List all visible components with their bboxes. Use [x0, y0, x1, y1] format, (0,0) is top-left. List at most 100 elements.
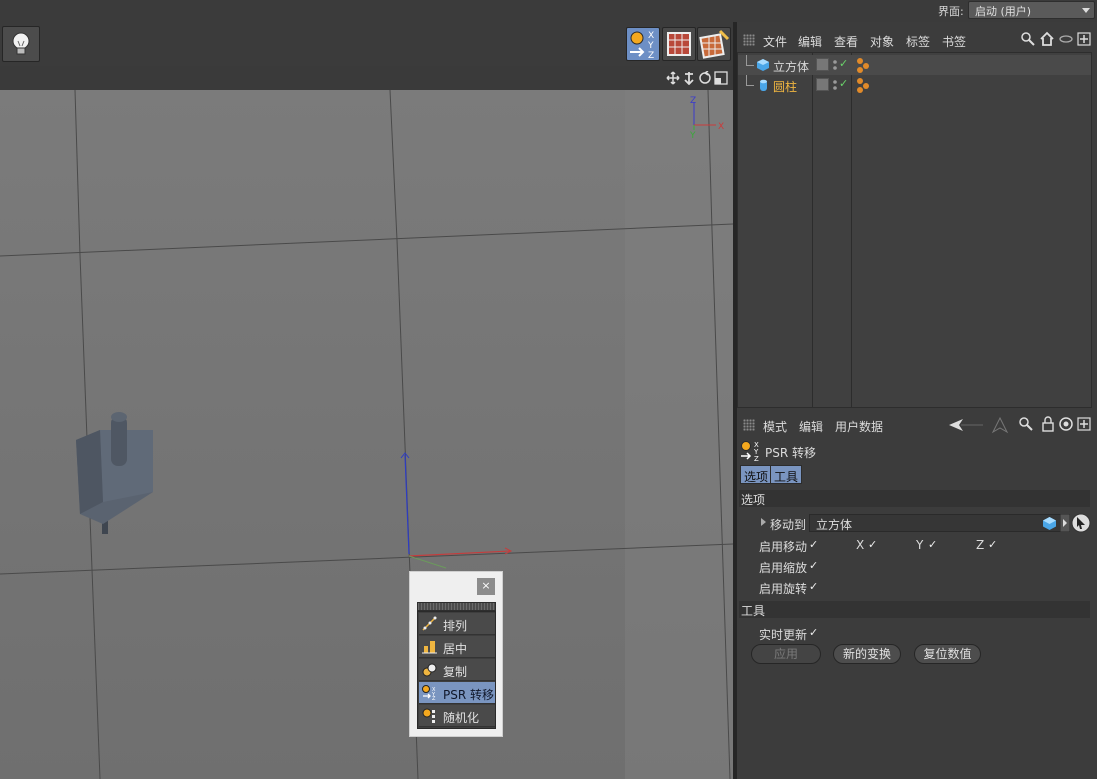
enabled-check-icon[interactable]: ✓	[839, 57, 848, 70]
move-to-link-field[interactable]: 立方体	[809, 514, 1061, 532]
x-checkbox[interactable]: ✓	[868, 539, 880, 551]
maximize-icon[interactable]	[714, 71, 728, 85]
object-row-cylinder[interactable]: 圆柱 ✓	[738, 75, 1091, 95]
psr-tool-button[interactable]: X Y Z	[626, 27, 660, 61]
visibility-dots-icon[interactable]	[832, 58, 838, 72]
arrange-icon	[422, 616, 437, 631]
menu-edit[interactable]: 编辑	[798, 33, 822, 50]
section-tool-header[interactable]: 工具	[739, 601, 1090, 618]
menu-bookmarks[interactable]: 书签	[942, 33, 966, 50]
object-manager-menu: 文件 编辑 查看 对象 标签 书签	[737, 28, 1097, 52]
layer-box[interactable]	[816, 58, 829, 71]
menu-tags[interactable]: 标签	[906, 33, 930, 50]
lightbulb-icon	[12, 32, 30, 55]
tag-icon[interactable]	[855, 77, 871, 93]
visibility-dots-icon[interactable]	[832, 78, 838, 92]
paint-tool-button[interactable]	[697, 27, 731, 61]
new-panel-icon[interactable]	[1077, 32, 1091, 46]
attribute-manager-menu: 模式 编辑 用户数据	[737, 413, 1097, 437]
enable-scale-checkbox[interactable]: ✓	[809, 560, 821, 572]
layer-box[interactable]	[816, 78, 829, 91]
chain-link-icon[interactable]	[1059, 34, 1073, 44]
lock-icon[interactable]	[1041, 416, 1055, 432]
palette-item-arrange[interactable]: 排列	[419, 613, 495, 635]
attribute-title: PSR 转移	[765, 446, 817, 460]
palette-item-psr-transfer[interactable]: XYZ PSR 转移	[419, 682, 495, 704]
svg-text:Z: Z	[432, 696, 436, 700]
menu-objects[interactable]: 对象	[870, 33, 894, 50]
menu-edit[interactable]: 编辑	[799, 418, 823, 435]
y-checkbox[interactable]: ✓	[928, 539, 940, 551]
enable-move-checkbox[interactable]: ✓	[809, 539, 821, 551]
svg-text:Z: Z	[754, 455, 759, 462]
3d-viewport[interactable]: Z X Y	[0, 90, 733, 779]
tab-options[interactable]: 选项	[740, 465, 773, 484]
link-arrow-button[interactable]	[1060, 514, 1070, 532]
target-icon[interactable]	[1058, 416, 1074, 432]
new-transform-button[interactable]: 新的变换	[833, 644, 901, 664]
grip-icon[interactable]	[743, 419, 755, 431]
reset-values-button[interactable]: 复位数值	[914, 644, 981, 664]
z-label: Z	[976, 538, 985, 552]
enable-scale-label: 启用缩放	[759, 561, 808, 575]
menu-file[interactable]: 文件	[763, 33, 787, 50]
svg-text:Z: Z	[648, 51, 654, 60]
attribute-manager: 模式 编辑 用户数据 X Y Z PSR 转移 选项 工具 选项 移动到 立方体…	[737, 413, 1097, 779]
palette-item-duplicate[interactable]: 复制	[419, 659, 495, 681]
floating-command-palette: × 排列 居中 复制 XYZ PSR 转移 随机化	[409, 571, 503, 737]
back-arrow-icon[interactable]	[947, 417, 987, 433]
forward-arrow-icon[interactable]	[991, 416, 1009, 434]
duplicate-icon	[422, 663, 437, 677]
realtime-update-label: 实时更新	[759, 628, 808, 642]
pan-down-icon[interactable]	[682, 71, 696, 85]
palette-item-label: 排列	[443, 619, 468, 633]
palette-list: 排列 居中 复制 XYZ PSR 转移 随机化	[417, 611, 496, 729]
light-button[interactable]	[2, 26, 40, 62]
object-list: 立方体 ✓ 圆柱 ✓	[737, 52, 1092, 408]
expand-triangle-icon[interactable]	[761, 518, 767, 526]
close-button[interactable]: ×	[477, 578, 495, 595]
enable-rotate-checkbox[interactable]: ✓	[809, 581, 821, 593]
menu-mode[interactable]: 模式	[763, 418, 787, 435]
z-checkbox[interactable]: ✓	[988, 539, 1000, 551]
move-to-value: 立方体	[816, 518, 853, 532]
home-icon[interactable]	[1039, 31, 1055, 47]
enabled-check-icon[interactable]: ✓	[839, 77, 848, 90]
center-icon	[422, 641, 437, 654]
interface-label: 界面:	[938, 5, 964, 18]
pick-cursor-icon[interactable]	[1071, 513, 1091, 533]
axis-x-label: X	[718, 122, 724, 132]
section-options-header[interactable]: 选项	[739, 490, 1090, 507]
new-panel-icon[interactable]	[1077, 417, 1091, 431]
tab-tool[interactable]: 工具	[770, 465, 803, 484]
interface-layout-select[interactable]: 启动 (用户)	[968, 1, 1095, 19]
cylinder-icon	[760, 79, 767, 91]
search-icon[interactable]	[1021, 32, 1035, 46]
object-row-cube[interactable]: 立方体 ✓	[738, 55, 1091, 75]
menu-user-data[interactable]: 用户数据	[835, 418, 883, 435]
palette-drag-handle[interactable]	[417, 602, 496, 611]
move-to-label: 移动到	[770, 518, 807, 532]
apply-button[interactable]: 应用	[751, 644, 821, 664]
enable-rotate-label: 启用旋转	[759, 582, 808, 596]
object-name-cylinder[interactable]: 圆柱	[773, 78, 797, 95]
tag-icon[interactable]	[855, 57, 871, 73]
realtime-update-checkbox[interactable]: ✓	[809, 627, 821, 639]
y-label: Y	[916, 538, 924, 552]
grid-tool-button[interactable]	[662, 27, 696, 61]
move-icon[interactable]	[666, 71, 680, 85]
palette-item-center[interactable]: 居中	[419, 636, 495, 658]
palette-item-randomize[interactable]: 随机化	[419, 705, 495, 727]
search-icon[interactable]	[1019, 417, 1033, 431]
x-label: X	[856, 538, 865, 552]
column-divider	[812, 53, 813, 407]
rotate-icon[interactable]	[698, 71, 712, 85]
menu-view[interactable]: 查看	[834, 33, 858, 50]
cube-icon	[757, 59, 769, 71]
object-name-cube[interactable]: 立方体	[773, 58, 809, 75]
palette-item-label: PSR 转移	[443, 688, 495, 702]
grip-icon[interactable]	[743, 34, 755, 46]
viewport-scene: Z X Y	[0, 90, 733, 779]
svg-text:Y: Y	[647, 41, 654, 51]
object-manager: 文件 编辑 查看 对象 标签 书签 立方体 ✓ 圆柱 ✓	[737, 28, 1097, 408]
